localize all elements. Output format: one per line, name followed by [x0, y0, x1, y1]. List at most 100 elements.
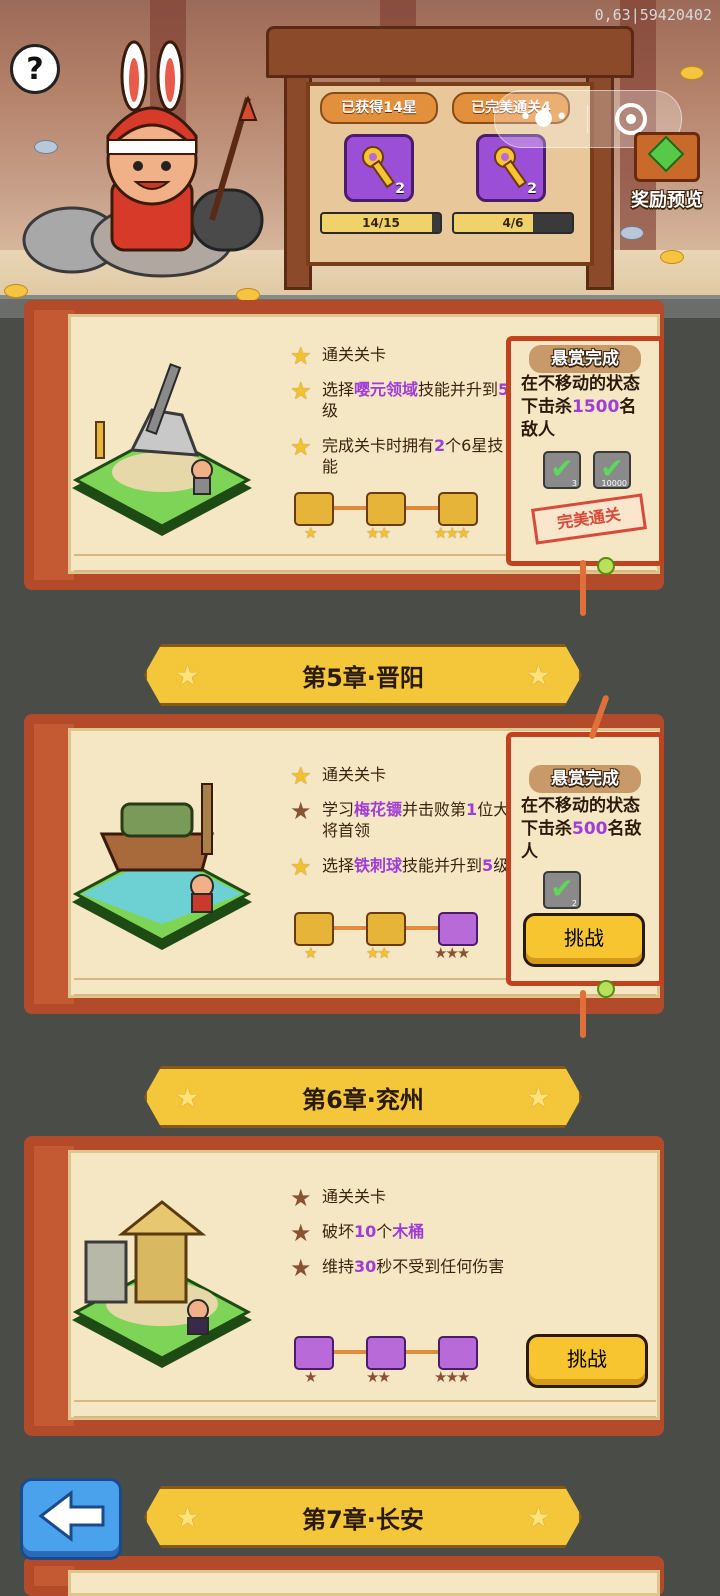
objective-text: 选择铁刺球技能并升到5级 [322, 856, 509, 875]
chapter-banner: 第7章·长安 ★ ★ [144, 1486, 582, 1548]
star-icon: ★ [290, 342, 312, 370]
chest-icon[interactable] [366, 1336, 406, 1370]
reward-preview-button[interactable]: 奖励预览 [620, 132, 714, 216]
stars-progress: 已获得14星 2 14/15 [320, 92, 442, 234]
card-border-decor [74, 1400, 656, 1418]
chest-stars: ★★ [366, 524, 391, 542]
highlight-text: 1500 [572, 397, 620, 417]
chest-icon[interactable] [438, 492, 478, 526]
chest-stars: ★★★ [434, 944, 470, 962]
plain-text: 通关关卡 [322, 765, 387, 784]
chest-stars: ★★ [366, 944, 391, 962]
chest-icon[interactable] [438, 1336, 478, 1370]
objective-text: 通关关卡 [322, 765, 386, 784]
key-reward[interactable]: 2 [344, 134, 414, 202]
plain-text: 个 [376, 1222, 393, 1241]
objective: ★ 完成关卡时拥有2个6星技能 [290, 435, 510, 477]
chest-icon[interactable] [438, 912, 478, 946]
plain-text: 通关关卡 [322, 1187, 387, 1206]
challenge-button[interactable]: 挑战 [523, 913, 645, 967]
star-icon: ★ [290, 853, 312, 881]
objective-text: 破坏10个木桶 [322, 1222, 424, 1241]
bead-decor [597, 557, 615, 575]
chest-icon[interactable] [366, 912, 406, 946]
objectives-list: ★ 通关关卡 ★ 选择嘤元领域技能并升到5级 ★ 完成关卡时拥有2个6星技能 [290, 344, 510, 491]
chest-stars: ★ [304, 944, 318, 962]
back-button[interactable] [20, 1478, 122, 1560]
objective: ★ 学习梅花镖并击败第1位大将首领 [290, 799, 510, 841]
objective: ★ 选择铁刺球技能并升到5级 [290, 853, 510, 881]
bounty-panel: 悬赏完成 在不移动的状态下击杀1500名敌人 ✔ 3 ✔ 10000 完美通关 [506, 336, 664, 566]
highlight-text: 1 [466, 800, 478, 819]
perfect-progress-text: 4/6 [502, 216, 524, 230]
star-icon: ★ [290, 377, 312, 405]
objective-text: 完成关卡时拥有2个6星技能 [322, 436, 503, 476]
star-icon: ★ [290, 433, 312, 461]
challenge-button[interactable]: 挑战 [526, 1334, 648, 1388]
bead-decor [597, 980, 615, 998]
header-scene: 0,63|59420402 ? 已获得14星 2 14/15 已完美通关4 2 … [0, 0, 720, 318]
highlight-text: 2 [434, 436, 446, 455]
objective: ★ 通关关卡 [290, 762, 510, 790]
highlight-text: 5 [482, 856, 494, 875]
chapter-title: 第5章·晋阳 [302, 663, 424, 692]
rope-decor [580, 560, 586, 616]
check-count: 10000 [601, 479, 627, 488]
chapter-banner: 第5章·晋阳 ★ ★ [144, 644, 582, 706]
highlight-text: 梅花镖 [354, 800, 403, 819]
star-icon: ★ [290, 1184, 312, 1212]
plain-text: 并击败第 [402, 800, 467, 819]
objective: ★ 通关关卡 [290, 342, 510, 370]
level-diorama-tower [72, 1200, 252, 1368]
star-icon: ★ [525, 1081, 551, 1114]
chest-icon[interactable] [294, 492, 334, 526]
hero-character-illustration [22, 40, 264, 278]
check-count: 3 [571, 479, 577, 488]
card-inner [68, 1570, 660, 1596]
level-diorama-boat [72, 783, 252, 950]
chest-stars: ★★★ [434, 524, 470, 542]
chest-icon[interactable] [294, 912, 334, 946]
objective: ★ 选择嘤元领域技能并升到5级 [290, 379, 510, 421]
objective-text: 通关关卡 [322, 1187, 386, 1206]
objective-text: 维持30秒不受到任何伤害 [322, 1257, 504, 1276]
back-arrow-icon [38, 1489, 105, 1543]
highlight-text: 嘤元领域 [354, 380, 419, 399]
plain-text: 维持 [322, 1257, 355, 1276]
highlight-text: 木桶 [392, 1222, 425, 1241]
objective-text: 学习梅花镖并击败第1位大将首领 [322, 800, 509, 840]
key-count: 2 [395, 181, 405, 197]
star-chest-row: ★ ★★ ★★★ [292, 912, 478, 972]
chest-stars: ★★ [366, 1368, 391, 1386]
highlight-text: 10 [354, 1222, 377, 1241]
coin-decor [680, 66, 704, 80]
star-chest-row: ★ ★★ ★★★ [292, 1336, 478, 1396]
chapter-banner: 第6章·兖州 ★ ★ [144, 1066, 582, 1128]
star-icon: ★ [290, 762, 312, 790]
objective: ★ 维持30秒不受到任何伤害 [290, 1256, 510, 1280]
plain-text: 完成关卡时拥有 [322, 436, 435, 455]
chapter-title: 第7章·长安 [302, 1505, 424, 1534]
chest-icon[interactable] [294, 1336, 334, 1370]
objective-text: 选择嘤元领域技能并升到5级 [322, 380, 509, 420]
more-icon[interactable]: •●• [519, 107, 570, 129]
plain-text: 通关关卡 [322, 345, 387, 364]
coin-decor [4, 284, 28, 298]
plain-text: 技能并升到 [418, 380, 499, 399]
chest-icon [634, 132, 700, 182]
plain-text: 选择 [322, 856, 355, 875]
stars-progress-text: 14/15 [362, 216, 400, 230]
plain-text: 学习 [322, 800, 355, 819]
progress-board: 已获得14星 2 14/15 已完美通关4 2 4/6 [266, 26, 634, 290]
close-target-icon[interactable] [615, 103, 647, 135]
key-count: 2 [527, 181, 537, 197]
check-icon: ✔ 2 [543, 871, 581, 909]
highlight-text: 铁刺球 [354, 856, 403, 875]
debug-text: 0,63|59420402 [594, 6, 712, 24]
bounty-desc: 在不移动的状态下击杀500名敌人 [521, 795, 653, 864]
level-diorama-sword [72, 363, 252, 536]
chest-icon[interactable] [366, 492, 406, 526]
rope-decor [580, 990, 586, 1038]
highlight-text: 500 [572, 819, 608, 839]
chest-stars: ★★★ [434, 1368, 470, 1386]
